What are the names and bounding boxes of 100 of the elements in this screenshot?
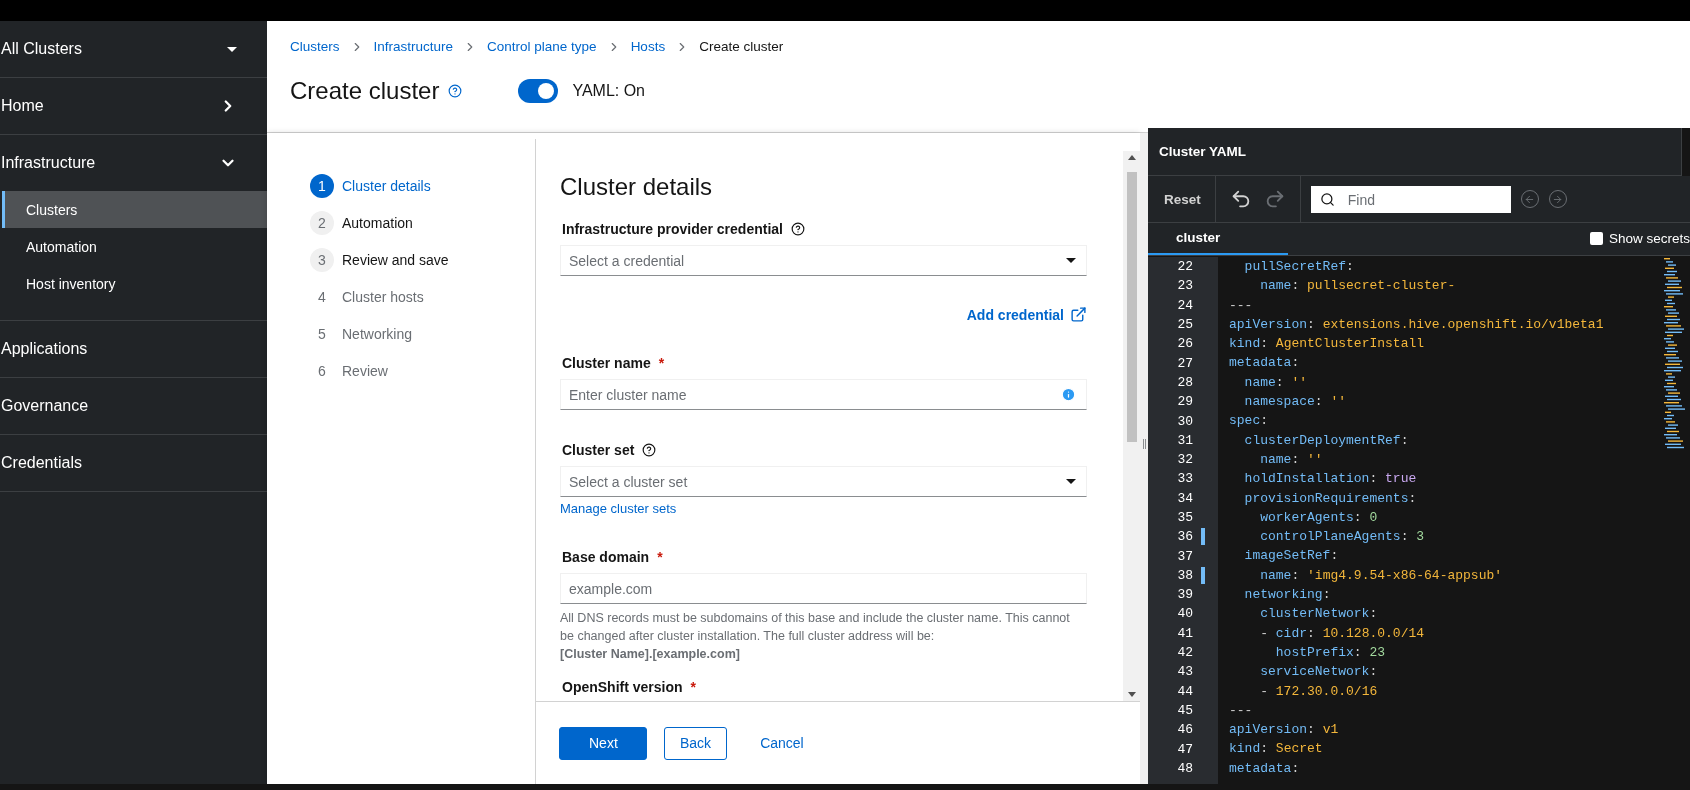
required-mark: * <box>690 679 697 695</box>
line-number: 40 <box>1176 606 1193 622</box>
breadcrumb-link[interactable]: Control plane type <box>487 39 597 54</box>
code-line: name: pullsecret-cluster- <box>1259 277 1457 296</box>
field-label: Cluster name <box>562 355 651 371</box>
code-line: hostPrefix: 23 <box>1274 643 1387 662</box>
caret-icon <box>1066 479 1076 484</box>
code-line: namespace: '' <box>1243 393 1348 412</box>
code-line: kind: Secret <box>1229 740 1324 759</box>
code-line: - cidr: 10.128.0.0/14 <box>1259 624 1426 643</box>
help-icon[interactable] <box>642 443 657 457</box>
line-number: 26 <box>1176 336 1193 352</box>
scrollbar[interactable] <box>1123 151 1140 701</box>
field-label: Infrastructure provider credential <box>562 221 783 237</box>
wizard-step[interactable]: 2 Automation <box>310 204 535 241</box>
helper-text: All DNS records must be subdomains of this base and include the cluster name. This cannot be changed after cluster installation. The full cluster address will be: <box>560 610 1071 645</box>
line-number: 45 <box>1176 702 1193 718</box>
code-line: clusterDeploymentRef: <box>1243 431 1410 450</box>
step-number: 3 <box>310 247 334 272</box>
step-label: Cluster hosts <box>342 288 424 305</box>
code-line: controlPlaneAgents: 3 <box>1259 528 1426 547</box>
breadcrumb-link[interactable]: Hosts <box>630 39 666 54</box>
line-number: 24 <box>1176 297 1193 313</box>
code-line: metadata: <box>1229 354 1301 373</box>
line-number: 25 <box>1176 317 1193 333</box>
code-line: pullSecretRef: <box>1243 258 1355 276</box>
wizard-step[interactable]: 3 Review and save <box>310 241 535 278</box>
line-number: 37 <box>1176 548 1193 564</box>
nav-item[interactable]: Applications <box>0 321 267 377</box>
input-field[interactable]: example.com <box>560 573 1087 604</box>
address-example: [Cluster Name].[example.com] <box>560 646 741 663</box>
checkbox-label: Show secrets <box>1608 231 1690 246</box>
manage-link[interactable]: Manage cluster sets <box>560 501 677 516</box>
line-number: 39 <box>1176 587 1193 603</box>
line-number: 32 <box>1176 452 1193 468</box>
switch-label: YAML: On <box>572 82 645 100</box>
wizard-button[interactable]: Back <box>664 726 728 760</box>
nav-subitem[interactable]: Automation <box>2 228 267 265</box>
yaml-switch[interactable] <box>518 79 559 103</box>
breadcrumb-link[interactable]: Clusters <box>290 39 340 54</box>
panel-title: Cluster YAML <box>1159 144 1247 159</box>
breadcrumb-link[interactable]: Infrastructure <box>373 39 454 54</box>
line-number: 47 <box>1176 741 1193 757</box>
checkbox[interactable] <box>1589 232 1603 245</box>
line-number: 27 <box>1176 355 1193 371</box>
help-icon[interactable] <box>790 222 805 236</box>
code-line: networking: <box>1243 586 1332 605</box>
code-line: --- <box>1229 701 1254 720</box>
add-credential-link[interactable]: Add credential <box>966 306 1087 323</box>
line-number: 42 <box>1176 645 1193 661</box>
reset-button[interactable]: Reset <box>1162 191 1201 207</box>
line-number: 48 <box>1176 760 1193 776</box>
code-line: apiVersion: v1 <box>1229 721 1340 740</box>
nav-item[interactable]: Infrastructure <box>0 135 267 191</box>
step-number: 6 <box>317 361 327 381</box>
step-number: 4 <box>317 287 327 307</box>
code-line: spec: <box>1229 412 1270 431</box>
nav-subitem[interactable]: Host inventory <box>2 265 267 302</box>
current-page-label: Create cluster <box>699 39 784 54</box>
nav-item[interactable]: All Clusters <box>0 21 267 77</box>
code-line: imageSetRef: <box>1243 547 1340 566</box>
line-number: 46 <box>1176 722 1193 738</box>
line-number: 28 <box>1176 374 1193 390</box>
code-line: kind: AgentClusterInstall <box>1229 335 1426 354</box>
required-mark: * <box>657 549 663 565</box>
nav-subitem[interactable]: Clusters <box>2 191 267 228</box>
line-number: 38 <box>1176 567 1193 583</box>
code-line: name: 'img4.9.54-x86-64-appsub' <box>1259 566 1504 585</box>
caret-icon <box>1066 258 1076 263</box>
nav-item[interactable]: Credentials <box>0 435 267 491</box>
line-number: 36 <box>1176 529 1193 545</box>
select-field[interactable]: Select a cluster set <box>560 466 1087 497</box>
yaml-tab[interactable]: cluster <box>1148 222 1288 255</box>
step-label: Review and save <box>342 251 449 268</box>
required-mark: * <box>658 355 665 371</box>
step-number: 2 <box>310 210 334 235</box>
section-title: Cluster details <box>560 173 714 201</box>
line-number: 29 <box>1176 394 1193 410</box>
external-link-icon <box>1070 306 1087 323</box>
code-line: --- <box>1229 296 1254 315</box>
nav-item[interactable]: Home <box>0 78 267 134</box>
page-title: Create cluster <box>290 77 440 105</box>
field-label: OpenShift version <box>562 679 683 695</box>
select-field[interactable]: Select a credential <box>560 245 1087 276</box>
field-label: Base domain <box>562 549 650 565</box>
line-number: 22 <box>1176 259 1193 275</box>
code-line: holdInstallation: true <box>1243 470 1418 489</box>
wizard-step[interactable]: 1 Cluster details <box>310 167 535 204</box>
find-field[interactable]: Find <box>1310 186 1511 213</box>
line-number: 33 <box>1176 471 1193 487</box>
nav-item[interactable]: Governance <box>0 378 267 434</box>
line-number: 34 <box>1176 490 1193 506</box>
input-field[interactable]: Enter cluster name <box>560 379 1087 410</box>
wizard-button[interactable]: Cancel <box>744 726 820 760</box>
wizard-button[interactable]: Next <box>559 726 647 760</box>
step-number: 1 <box>310 173 334 198</box>
code-line: - 172.30.0.0/16 <box>1259 682 1379 701</box>
code-line: name: '' <box>1259 450 1324 469</box>
caret-icon <box>227 46 237 52</box>
drag-handle-icon[interactable] <box>1142 438 1146 449</box>
